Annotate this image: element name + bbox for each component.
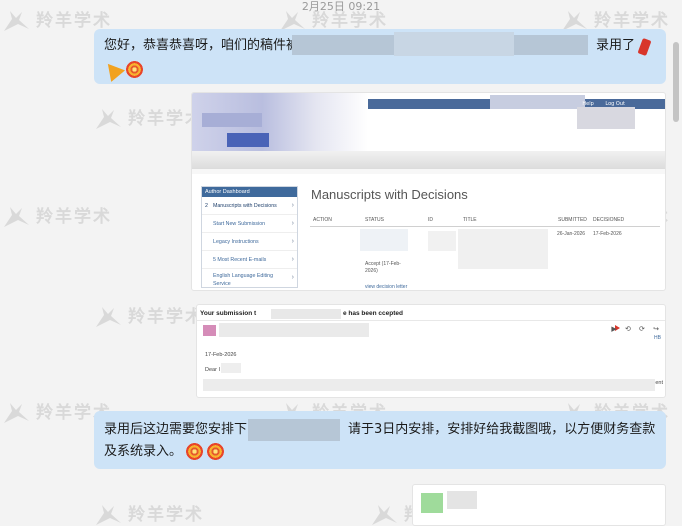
chevron-right-icon: › bbox=[291, 274, 294, 281]
email-action-icons[interactable]: ▶ ⟲ ⟳ ↪ bbox=[611, 325, 662, 333]
author-dashboard-panel: Author Dashboard 2 Manuscripts with Decis… bbox=[201, 186, 298, 288]
message-text: 及系统录入。 bbox=[104, 444, 183, 459]
blurred-region bbox=[360, 229, 408, 251]
column-header: TITLE bbox=[463, 217, 477, 223]
panel-title: Author Dashboard bbox=[202, 187, 297, 197]
submitted-date: 26-Jan-2026 bbox=[557, 231, 586, 237]
chevron-right-icon: › bbox=[291, 256, 294, 263]
goat-logo-icon bbox=[94, 503, 124, 526]
view-decision-letter-link[interactable]: view decision letter bbox=[365, 284, 407, 290]
header-links: Help Log Out bbox=[572, 99, 625, 109]
column-header: ID bbox=[428, 217, 433, 223]
goat-logo-icon bbox=[2, 205, 32, 229]
email-divider bbox=[197, 320, 665, 321]
chat-message-bubble[interactable]: 您好，恭喜恭喜呀，咱们的稿件被 录用了 bbox=[94, 29, 666, 84]
blurred-region bbox=[219, 323, 369, 337]
firework-emoji-icon bbox=[207, 443, 225, 460]
item-count: 2 bbox=[205, 203, 208, 209]
dashboard-item-recent-emails[interactable]: 5 Most Recent E-mails › bbox=[202, 251, 297, 269]
goat-logo-icon bbox=[370, 503, 400, 526]
column-header: SUBMITTED bbox=[558, 217, 587, 223]
section-title: Manuscripts with Decisions bbox=[311, 187, 468, 202]
decisioned-date: 17-Feb-2026 bbox=[593, 231, 622, 237]
email-date: 17-Feb-2026 bbox=[205, 352, 237, 358]
chat-message-bubble[interactable]: 录用后这边需要您安排下 请于3日内安排，安排好给我截图哦，以方便财务查款 及系统… bbox=[94, 411, 666, 469]
item-label: English Language Editing Service bbox=[213, 273, 274, 287]
message-timestamp: 2月25日 09:21 bbox=[301, 0, 381, 13]
item-label: Start New Submission bbox=[213, 221, 266, 227]
redacted-text bbox=[394, 32, 514, 56]
table-divider bbox=[310, 226, 660, 227]
nav-band-shadow bbox=[192, 169, 665, 174]
goat-logo-icon bbox=[2, 401, 32, 425]
chevron-right-icon: › bbox=[291, 220, 294, 227]
watermark: 羚羊学术 bbox=[94, 302, 204, 329]
blurred-region bbox=[227, 133, 269, 147]
sender-avatar bbox=[203, 325, 216, 336]
column-header: STATUS bbox=[365, 217, 384, 223]
dashboard-item-start-new-submission[interactable]: Start New Submission › bbox=[202, 215, 297, 233]
email-sender-initials: HB bbox=[654, 335, 661, 341]
dashboard-item-english-editing[interactable]: English Language Editing Service › bbox=[202, 269, 297, 290]
column-header: DECISIONED bbox=[593, 217, 625, 223]
email-subject-start: Your submission t bbox=[200, 310, 257, 317]
email-body-text: ent bbox=[655, 380, 663, 386]
blurred-region bbox=[203, 379, 655, 391]
message-text: 录用了 bbox=[596, 38, 636, 53]
email-greeting: Dear I bbox=[205, 367, 220, 373]
goat-logo-icon bbox=[94, 107, 124, 131]
item-label: 5 Most Recent E-mails bbox=[213, 257, 267, 263]
dashboard-screenshot-image[interactable]: Help Log Out Author Dashboard 2 Manuscrip… bbox=[191, 92, 666, 291]
chevron-right-icon: › bbox=[291, 202, 294, 209]
party-popper-emoji-icon bbox=[100, 57, 126, 82]
blurred-region bbox=[421, 493, 443, 513]
dashboard-item-legacy-instructions[interactable]: Legacy Instructions › bbox=[202, 233, 297, 251]
watermark: 羚羊学术 bbox=[94, 104, 204, 131]
blurred-region bbox=[447, 491, 477, 509]
firecracker-emoji-icon bbox=[637, 37, 652, 57]
item-label: Legacy Instructions bbox=[213, 239, 259, 245]
help-link[interactable]: Help bbox=[582, 101, 593, 107]
status-text: Accept (17-Feb-2026) bbox=[365, 261, 401, 274]
message-text: 请于3日内安排，安排好给我截图哦，以方便财务查款 bbox=[348, 422, 656, 437]
message-text: 录用后这边需要您安排下 bbox=[104, 422, 248, 437]
partial-screenshot-image[interactable] bbox=[412, 484, 666, 526]
blurred-region bbox=[202, 113, 262, 127]
email-subject-end: e has been ccepted bbox=[343, 310, 403, 317]
nav-band bbox=[192, 151, 665, 169]
watermark: 羚羊学术 bbox=[2, 202, 112, 229]
firework-emoji-icon bbox=[186, 443, 204, 460]
blurred-region bbox=[221, 363, 241, 373]
goat-logo-icon bbox=[94, 305, 124, 329]
redacted-text bbox=[248, 419, 340, 441]
scrollbar-thumb[interactable] bbox=[673, 42, 679, 122]
email-screenshot-image[interactable]: Your submission t e has been ccepted ▶ ⟲… bbox=[196, 304, 666, 398]
firework-emoji-icon bbox=[126, 61, 144, 78]
dashboard-item-manuscripts-with-decisions[interactable]: 2 Manuscripts with Decisions › bbox=[202, 197, 297, 215]
blurred-region bbox=[428, 231, 456, 251]
chevron-right-icon: › bbox=[291, 238, 294, 245]
column-header: ACTION bbox=[313, 217, 332, 223]
blurred-region bbox=[458, 229, 548, 269]
message-text: 您好，恭喜恭喜呀，咱们的稿件被 bbox=[104, 38, 300, 53]
logout-link[interactable]: Log Out bbox=[605, 101, 625, 107]
watermark: 羚羊学术 bbox=[94, 500, 204, 526]
item-label: Manuscripts with Decisions bbox=[212, 203, 277, 209]
blurred-region bbox=[271, 309, 341, 319]
blurred-region bbox=[577, 107, 635, 129]
blurred-region bbox=[490, 95, 585, 109]
